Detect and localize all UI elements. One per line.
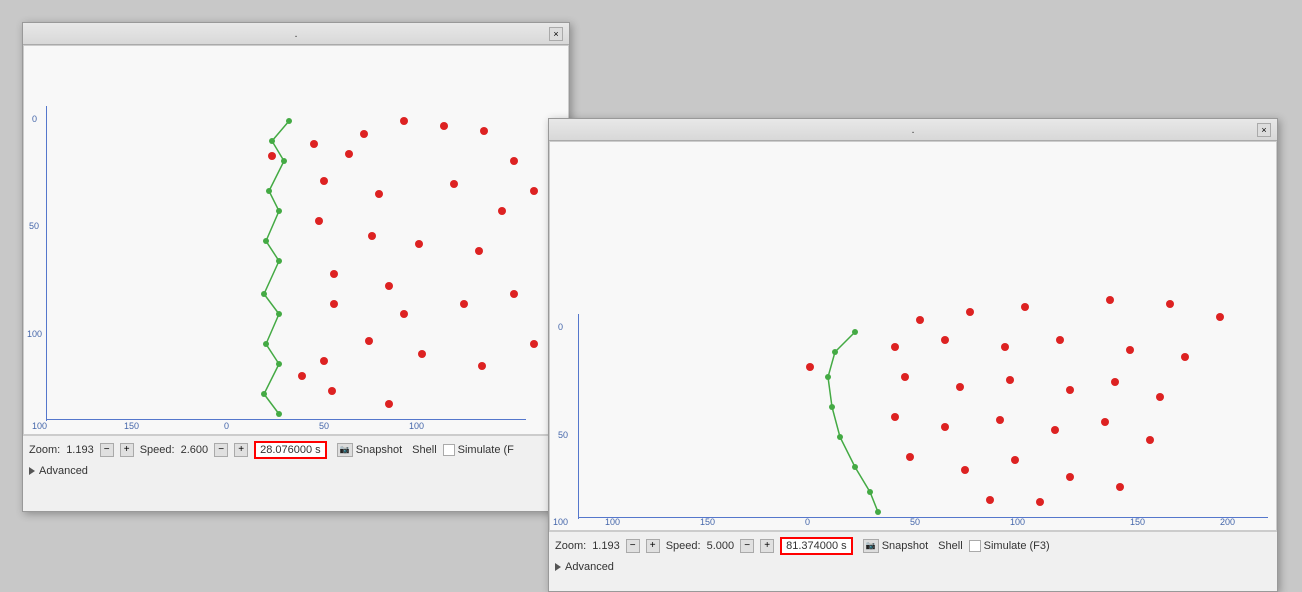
window-1-title: . [294, 28, 297, 40]
advanced-triangle-2 [555, 563, 561, 571]
simulate-button-1[interactable]: Simulate (F [443, 444, 514, 456]
zoom-plus-button-2[interactable]: + [646, 539, 660, 553]
snapshot-button-1[interactable]: 📷 Snapshot [333, 442, 406, 458]
window-1-toolbar: Zoom: 1.193 − + Speed: 2.600 − + 28.0760… [23, 435, 569, 463]
window-1-titlebar: . × [23, 23, 569, 45]
speed-label-1: Speed: [140, 444, 175, 456]
zoom-plus-button-1[interactable]: + [120, 443, 134, 457]
speed-minus-button-2[interactable]: − [740, 539, 754, 553]
window-2-title: . [911, 124, 914, 136]
camera-icon-1: 📷 [337, 443, 353, 457]
speed-label-2: Speed: [666, 540, 701, 552]
simulation-svg-1 [24, 46, 569, 435]
speed-value-2: 5.000 [707, 540, 735, 552]
zoom-value-2: 1.193 [592, 540, 620, 552]
zoom-label-2: Zoom: [555, 540, 586, 552]
time-display-1: 28.076000 s [254, 441, 327, 459]
shell-label-1[interactable]: Shell [412, 444, 436, 456]
window-1-canvas: 0 50 100 100 150 0 50 100 0 50 [23, 45, 569, 435]
speed-plus-button-2[interactable]: + [760, 539, 774, 553]
shell-label-2[interactable]: Shell [938, 540, 962, 552]
zoom-minus-button-1[interactable]: − [100, 443, 114, 457]
window-2: . × 0 50 100 100 150 0 50 100 150 200 [548, 118, 1278, 592]
camera-icon-2: 📷 [863, 539, 879, 553]
window-2-canvas: 0 50 100 100 150 0 50 100 150 200 [549, 141, 1277, 531]
simulate-checkbox-2[interactable] [969, 540, 981, 552]
window-1: . × 0 50 100 100 150 0 50 100 0 50 [22, 22, 570, 512]
speed-plus-button-1[interactable]: + [234, 443, 248, 457]
speed-minus-button-1[interactable]: − [214, 443, 228, 457]
window-2-titlebar: . × [549, 119, 1277, 141]
simulation-svg-2 [550, 142, 1277, 531]
window-2-close-button[interactable]: × [1257, 123, 1271, 137]
zoom-value-1: 1.193 [66, 444, 94, 456]
window-1-close-button[interactable]: × [549, 27, 563, 41]
simulate-button-2[interactable]: Simulate (F3) [969, 540, 1050, 552]
zoom-label-1: Zoom: [29, 444, 60, 456]
window-2-toolbar: Zoom: 1.193 − + Speed: 5.000 − + 81.3740… [549, 531, 1277, 559]
advanced-row-1[interactable]: Advanced [23, 463, 569, 479]
advanced-row-2[interactable]: Advanced [549, 559, 1277, 575]
zoom-minus-button-2[interactable]: − [626, 539, 640, 553]
simulate-checkbox-1[interactable] [443, 444, 455, 456]
snapshot-button-2[interactable]: 📷 Snapshot [859, 538, 932, 554]
speed-value-1: 2.600 [181, 444, 209, 456]
advanced-triangle-1 [29, 467, 35, 475]
time-display-2: 81.374000 s [780, 537, 853, 555]
